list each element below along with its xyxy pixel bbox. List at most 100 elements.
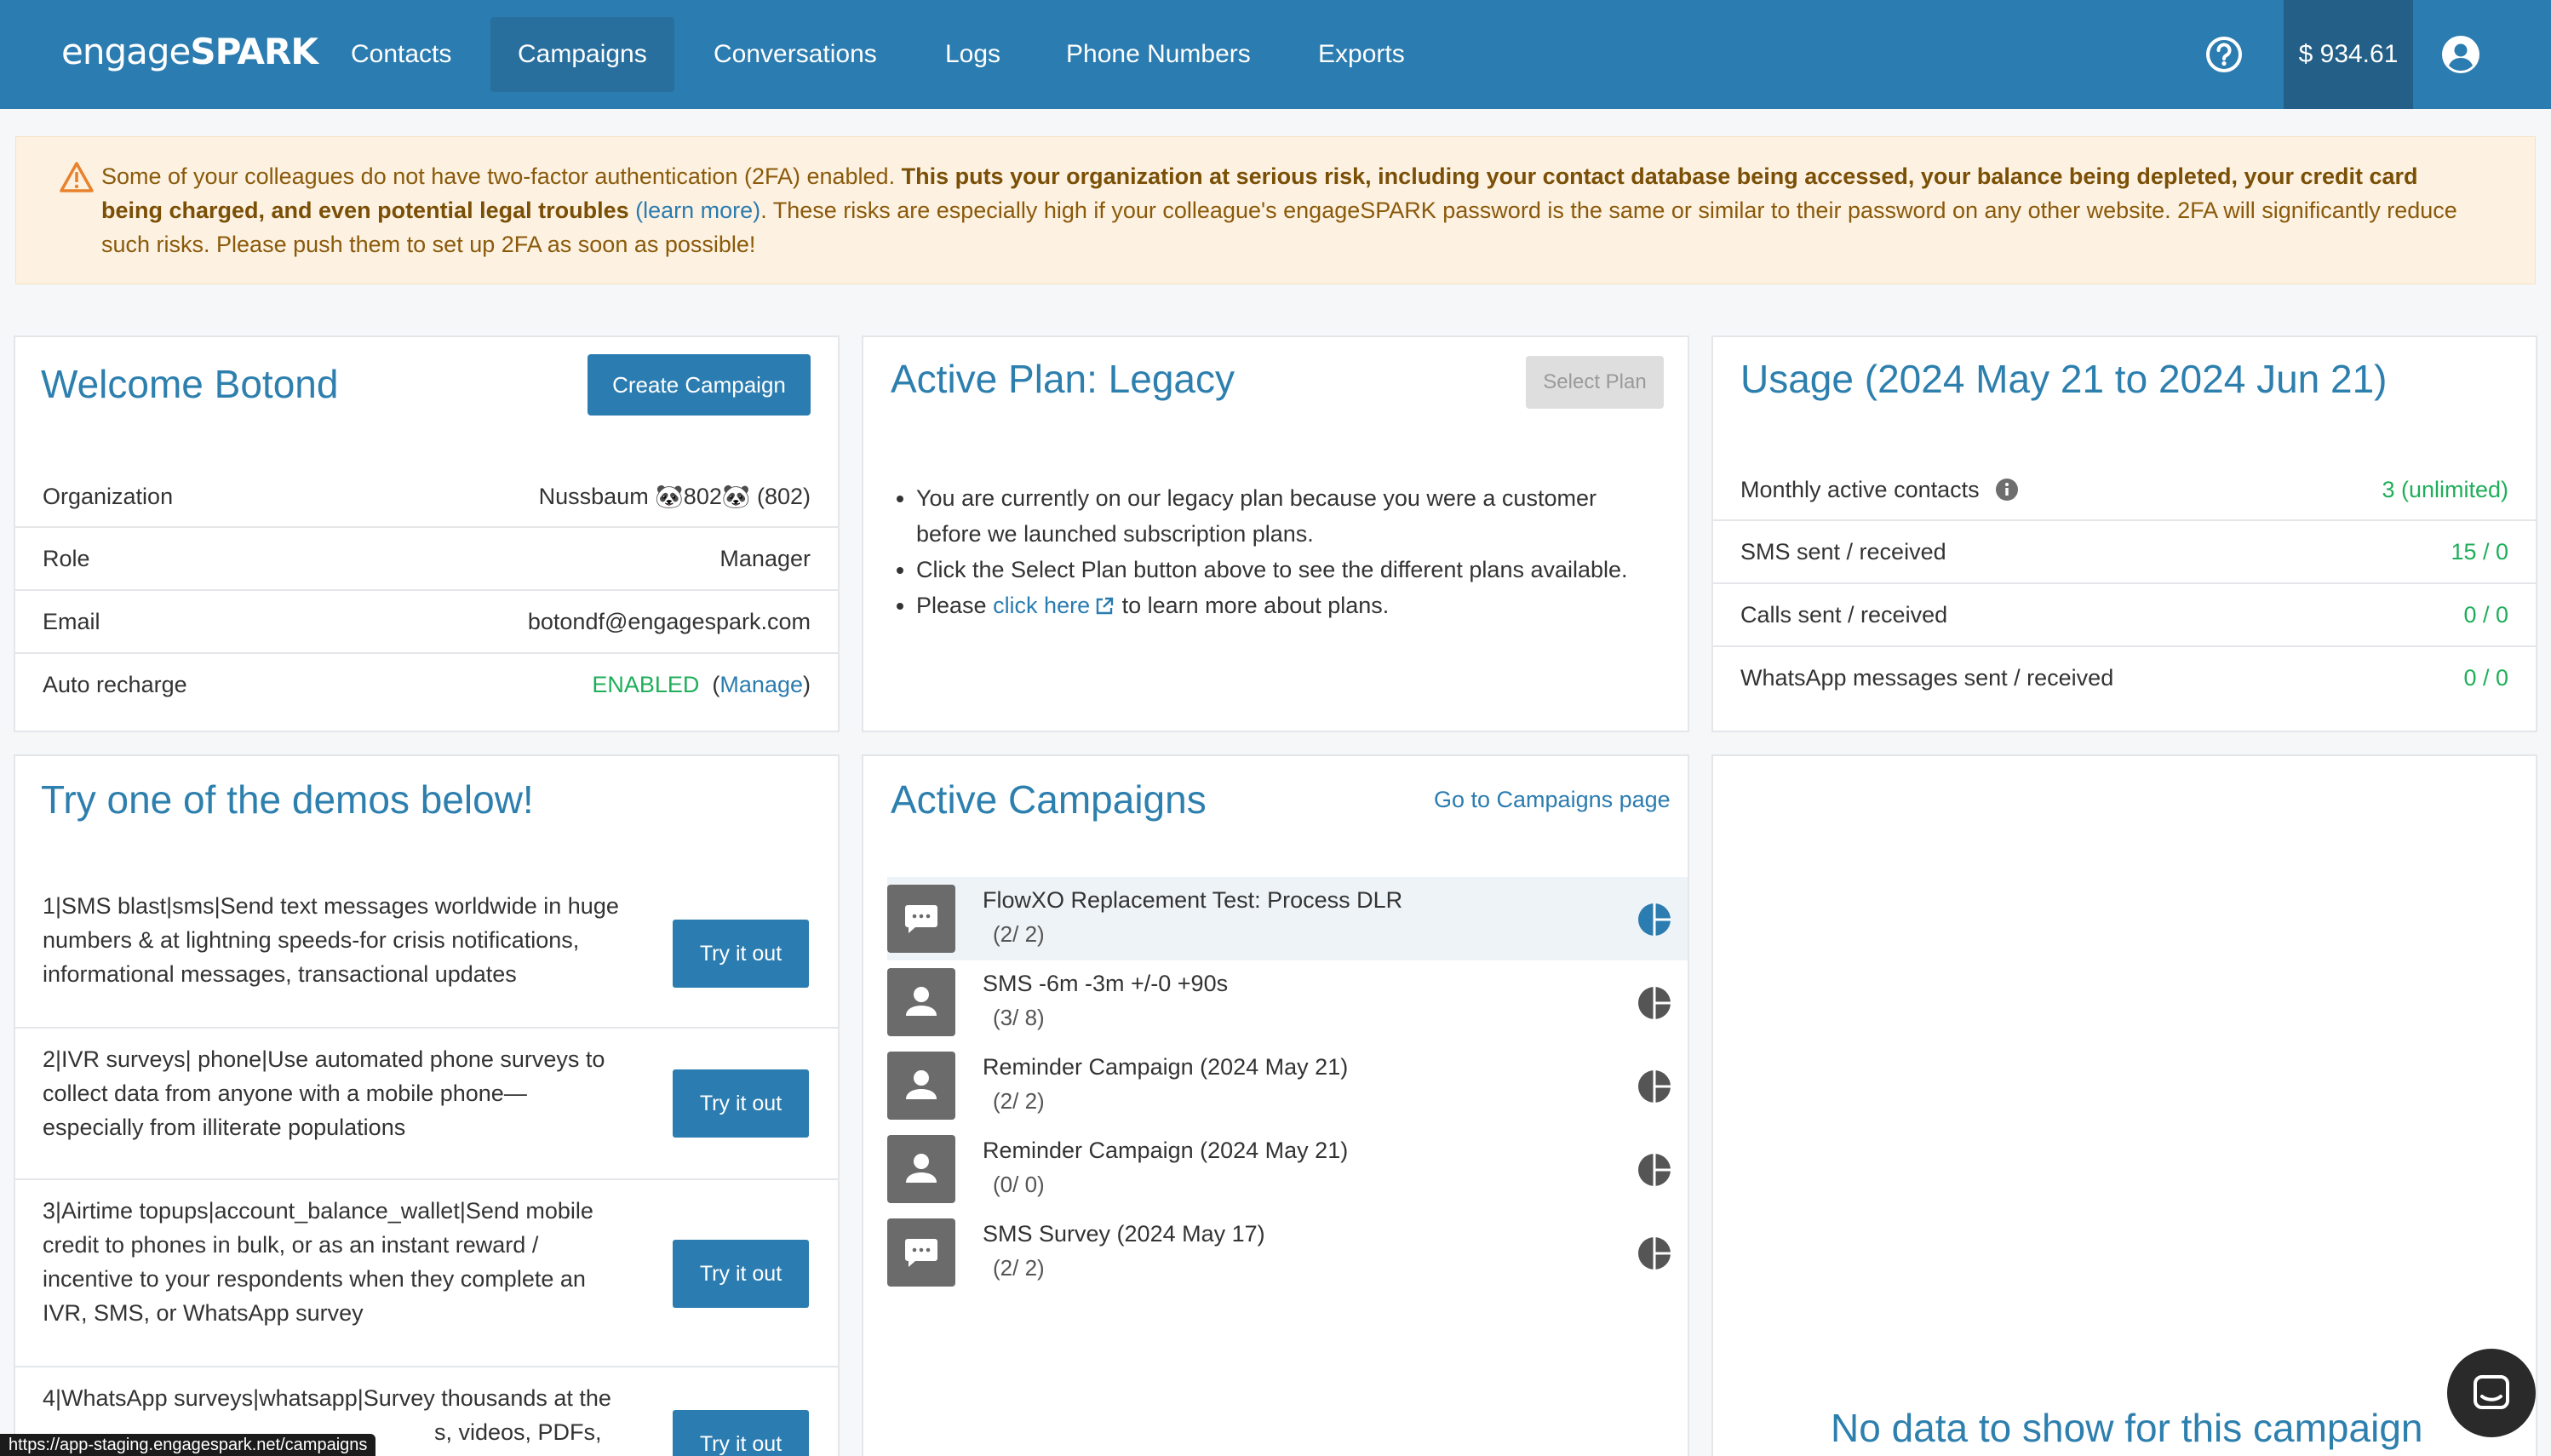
email-label: Email <box>43 608 100 634</box>
warning-icon <box>60 162 94 192</box>
active-campaigns-title: Active Campaigns <box>891 777 1207 822</box>
try-sms-blast-button[interactable]: Try it out <box>673 920 809 988</box>
organization-value: Nussbaum 🐼802🐼 (802) <box>538 484 811 509</box>
organization-label: Organization <box>43 483 174 509</box>
campaign-name: FlowXO Replacement Test: Process DLR <box>983 887 1403 913</box>
pie-chart-icon[interactable] <box>1637 1235 1672 1271</box>
no-data-message: No data to show for this campaign <box>1831 1406 2423 1450</box>
chat-icon <box>887 885 955 953</box>
plan-bullet-legacy: You are currently on our legacy plan bec… <box>916 480 1648 552</box>
go-to-campaigns-link[interactable]: Go to Campaigns page <box>1434 787 1671 813</box>
pie-chart-icon[interactable] <box>1637 1069 1672 1104</box>
calls-usage-label: Calls sent / received <box>1740 601 1948 628</box>
try-airtime-button[interactable]: Try it out <box>673 1240 809 1308</box>
auto-recharge-row: Auto recharge ENABLED (Manage) <box>15 652 838 715</box>
campaign-count: (2/ 2) <box>993 1088 1045 1114</box>
demo-item-sms-blast: 1|SMS blast|sms|Send text messages world… <box>15 875 838 1027</box>
chat-bubble-icon <box>2474 1375 2509 1409</box>
try-whatsapp-button[interactable]: Try it out <box>673 1410 809 1456</box>
email-row: Email botondf@engagespark.com <box>15 589 838 652</box>
pie-chart-icon[interactable] <box>1637 985 1672 1021</box>
campaign-count: (2/ 2) <box>993 1255 1045 1281</box>
campaign-name: SMS -6m -3m +/-0 +90s <box>983 971 1229 996</box>
whatsapp-usage-value: 0 / 0 <box>2463 664 2508 691</box>
plan-title: Active Plan: Legacy <box>891 357 1235 401</box>
chat-widget-button[interactable] <box>2447 1349 2536 1437</box>
welcome-title: Welcome Botond <box>41 362 339 406</box>
campaign-name: Reminder Campaign (2024 May 21) <box>983 1054 1349 1080</box>
click-here-link[interactable]: click here <box>993 593 1090 618</box>
usage-card: Usage (2024 May 21 to 2024 Jun 21) Month… <box>1711 335 2537 732</box>
demo-ivr-text: 2|IVR surveys| phone|Use automated phone… <box>43 1046 605 1140</box>
campaign-item-reminder-1[interactable]: Reminder Campaign (2024 May 21) (2/ 2) <box>887 1044 1688 1127</box>
demos-title: Try one of the demos below! <box>41 777 534 822</box>
campaign-item-reminder-2[interactable]: Reminder Campaign (2024 May 21) (0/ 0) <box>887 1127 1688 1211</box>
sms-usage-label: SMS sent / received <box>1740 538 1946 565</box>
auto-recharge-label: Auto recharge <box>43 671 187 697</box>
external-link-icon <box>1096 597 1114 615</box>
try-ivr-button[interactable]: Try it out <box>673 1069 809 1138</box>
create-campaign-button[interactable]: Create Campaign <box>588 354 811 416</box>
alert-text-intro: Some of your colleagues do not have two-… <box>101 163 902 189</box>
campaign-count: (0/ 0) <box>993 1172 1045 1197</box>
usage-row-whatsapp: WhatsApp messages sent / received 0 / 0 <box>1713 645 2536 708</box>
pie-chart-icon[interactable] <box>1637 902 1672 937</box>
whatsapp-usage-label: WhatsApp messages sent / received <box>1740 664 2114 691</box>
pie-chart-icon[interactable] <box>1637 1152 1672 1188</box>
chat-icon <box>887 1218 955 1287</box>
calls-usage-value: 0 / 0 <box>2463 601 2508 628</box>
select-plan-button[interactable]: Select Plan <box>1526 356 1664 409</box>
demo-airtime-text: 3|Airtime topups|account_balance_wallet|… <box>43 1198 593 1326</box>
role-label: Role <box>43 545 90 571</box>
campaign-name: Reminder Campaign (2024 May 21) <box>983 1138 1349 1163</box>
person-icon <box>887 1135 955 1203</box>
auto-recharge-status: ENABLED (Manage) <box>592 671 811 697</box>
plan-bullet-select: Click the Select Plan button above to se… <box>916 552 1648 588</box>
monthly-contacts-label-wrap: Monthly active contacts <box>1740 477 2020 503</box>
role-row: Role Manager <box>15 526 838 589</box>
welcome-card: Welcome Botond Create Campaign Organizat… <box>14 335 840 732</box>
active-campaigns-card: Active Campaigns Go to Campaigns page Fl… <box>862 754 1689 1456</box>
usage-row-monthly-contacts: Monthly active contacts 3 (unlimited) <box>1713 458 2536 521</box>
demo-item-airtime: 3|Airtime topups|account_balance_wallet|… <box>15 1178 838 1366</box>
usage-row-sms: SMS sent / received 15 / 0 <box>1713 519 2536 582</box>
nav-logs[interactable]: Logs <box>918 17 1028 92</box>
organization-row: Organization Nussbaum 🐼802🐼 (802) <box>15 465 838 528</box>
usage-row-calls: Calls sent / received 0 / 0 <box>1713 582 2536 645</box>
campaign-item-sms-6m[interactable]: SMS -6m -3m +/-0 +90s (3/ 8) <box>887 960 1688 1044</box>
demo-sms-blast-text: 1|SMS blast|sms|Send text messages world… <box>43 893 619 987</box>
nav-phone-numbers[interactable]: Phone Numbers <box>1039 17 1278 92</box>
active-plan-card: Active Plan: Legacy Select Plan You are … <box>862 335 1689 732</box>
learn-more-link[interactable]: (learn more) <box>635 198 760 223</box>
sms-usage-value: 15 / 0 <box>2451 538 2508 565</box>
nav-campaigns[interactable]: Campaigns <box>490 17 674 92</box>
nav-conversations[interactable]: Conversations <box>686 17 904 92</box>
brand-logo[interactable]: engageSPARK <box>61 31 318 72</box>
campaign-item-sms-survey[interactable]: SMS Survey (2024 May 17) (2/ 2) <box>887 1211 1688 1294</box>
plan-info-list: You are currently on our legacy plan bec… <box>916 480 1648 623</box>
user-account-icon[interactable] <box>2440 34 2481 75</box>
top-navbar: engageSPARK Contacts Campaigns Conversat… <box>0 0 2551 109</box>
monthly-contacts-label: Monthly active contacts <box>1740 476 1980 502</box>
demos-card: Try one of the demos below! 1|SMS blast|… <box>14 754 840 1456</box>
role-value: Manager <box>719 545 811 571</box>
info-icon[interactable] <box>1994 477 2020 502</box>
person-icon <box>887 1052 955 1120</box>
demo-item-ivr-surveys: 2|IVR surveys| phone|Use automated phone… <box>15 1027 838 1178</box>
plan-bullet-learn-more: Please click here to learn more about pl… <box>916 588 1648 623</box>
nav-exports[interactable]: Exports <box>1291 17 1432 92</box>
2fa-warning-alert: Some of your colleagues do not have two-… <box>15 136 2536 284</box>
account-balance[interactable]: $ 934.61 <box>2284 0 2413 109</box>
manage-recharge-link[interactable]: Manage <box>719 672 803 697</box>
campaign-item-flowxo[interactable]: FlowXO Replacement Test: Process DLR (2/… <box>887 877 1688 960</box>
help-icon[interactable] <box>2205 36 2243 73</box>
campaign-count: (2/ 2) <box>993 921 1045 947</box>
campaign-count: (3/ 8) <box>993 1005 1045 1030</box>
auto-recharge-value: ENABLED <box>592 671 700 697</box>
nav-contacts[interactable]: Contacts <box>324 17 479 92</box>
usage-title: Usage (2024 May 21 to 2024 Jun 21) <box>1740 357 2388 401</box>
status-bar-url: https://app-staging.engagespark.net/camp… <box>0 1434 376 1456</box>
campaign-chart-panel <box>1711 754 2537 1456</box>
email-value: botondf@engagespark.com <box>527 608 811 634</box>
monthly-contacts-value: 3 (unlimited) <box>2382 476 2508 502</box>
